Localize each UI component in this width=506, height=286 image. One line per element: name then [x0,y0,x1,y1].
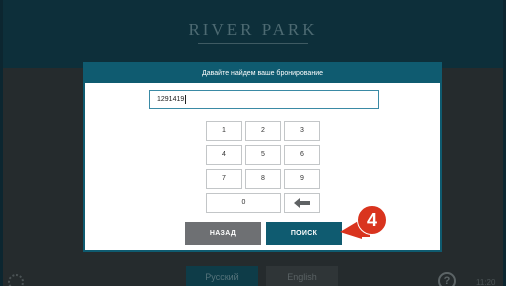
booking-number-value: 1291419 [157,96,185,103]
step-number-badge: 4 [357,205,387,235]
keypad-key-2[interactable]: 2 [245,121,281,141]
keypad-backspace-button[interactable] [284,193,320,213]
clock-text: 11:20 [476,278,496,286]
booking-number-input[interactable]: 1291419 [149,90,379,109]
text-caret [185,94,187,104]
keypad-key-4[interactable]: 4 [206,145,242,165]
keypad-key-1[interactable]: 1 [206,121,242,141]
dialog-title: Давайте найдем ваше бронирование [85,64,440,83]
help-icon[interactable]: ? [438,272,456,286]
keypad-key-5[interactable]: 5 [245,145,281,165]
language-english-button[interactable]: English [266,266,338,286]
brand-logo: RIVER PARK [188,20,318,39]
settings-icon[interactable] [8,274,24,286]
keypad-key-3[interactable]: 3 [284,121,320,141]
keypad-key-0[interactable]: 0 [206,193,281,213]
keypad-key-6[interactable]: 6 [284,145,320,165]
keypad-key-9[interactable]: 9 [284,169,320,189]
booking-search-dialog: Давайте найдем ваше бронирование 1291419… [83,62,442,252]
back-button[interactable]: НАЗАД [185,222,261,245]
backspace-arrow-icon [294,198,310,208]
keypad-key-7[interactable]: 7 [206,169,242,189]
logo-underline [198,43,308,44]
keypad-key-8[interactable]: 8 [245,169,281,189]
search-button[interactable]: ПОИСК [266,222,342,245]
language-russian-button[interactable]: Русский [186,266,258,286]
screen-frame-left [0,0,3,286]
